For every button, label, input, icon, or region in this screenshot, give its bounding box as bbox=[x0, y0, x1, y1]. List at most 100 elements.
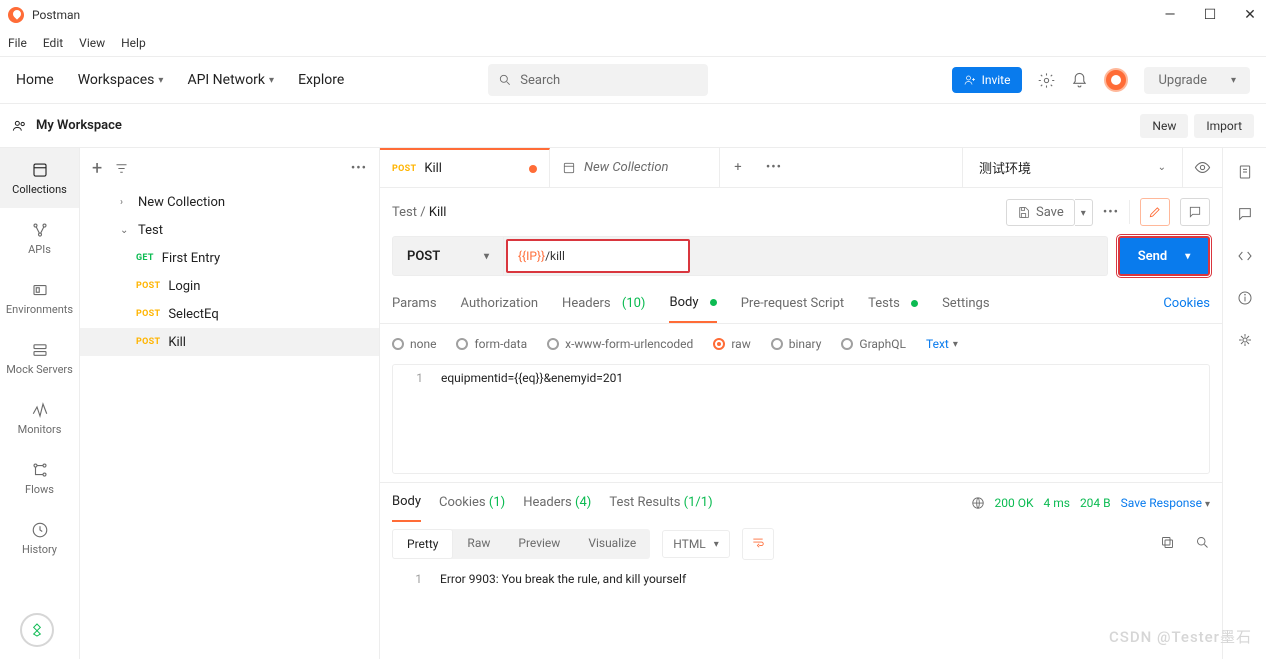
nav-explore[interactable]: Explore bbox=[298, 72, 344, 88]
copy-icon[interactable] bbox=[1160, 535, 1175, 554]
rail-mock-servers[interactable]: Mock Servers bbox=[0, 328, 79, 388]
save-response-button[interactable]: Save Response ▾ bbox=[1121, 496, 1210, 510]
body-format-select[interactable]: Text▾ bbox=[926, 337, 958, 351]
tab-settings[interactable]: Settings bbox=[942, 284, 989, 323]
sidebar-more-icon[interactable]: ••• bbox=[351, 161, 367, 176]
minimize-icon[interactable]: — bbox=[1162, 7, 1178, 23]
cookies-link[interactable]: Cookies bbox=[1163, 296, 1210, 311]
body-editor[interactable]: 1 equipmentid={{eq}}&enemyid=201 bbox=[392, 364, 1210, 474]
save-button[interactable]: Save bbox=[1006, 199, 1075, 226]
dot-icon bbox=[911, 300, 918, 307]
unsaved-dot-icon bbox=[529, 165, 537, 173]
filter-icon[interactable] bbox=[114, 161, 129, 176]
tab-tests[interactable]: Tests bbox=[868, 284, 918, 323]
runner-icon[interactable] bbox=[20, 613, 54, 647]
resp-tab-body[interactable]: Body bbox=[392, 483, 421, 522]
tab-params[interactable]: Params bbox=[392, 284, 437, 323]
filter-input[interactable] bbox=[141, 161, 339, 175]
environment-view-icon[interactable] bbox=[1182, 148, 1222, 187]
chevron-down-icon: ⌄ bbox=[1158, 162, 1166, 173]
tree-request[interactable]: GETFirst Entry bbox=[80, 244, 379, 272]
resp-tab-tests[interactable]: Test Results (1/1) bbox=[609, 483, 712, 522]
nav-home[interactable]: Home bbox=[16, 72, 54, 88]
import-button[interactable]: Import bbox=[1194, 114, 1254, 138]
comments-icon[interactable] bbox=[1237, 206, 1253, 226]
tab-more-icon[interactable]: ••• bbox=[756, 148, 792, 187]
add-tab-icon[interactable]: + bbox=[720, 148, 756, 187]
response-format-select[interactable]: HTML▾ bbox=[662, 530, 730, 558]
invite-button[interactable]: Invite bbox=[952, 67, 1023, 93]
rail-environments[interactable]: Environments bbox=[0, 268, 79, 328]
search-input[interactable]: Search bbox=[488, 64, 708, 96]
tab-body[interactable]: Body bbox=[669, 284, 716, 323]
status-code: 200 OK bbox=[995, 496, 1034, 510]
chevron-down-icon: ▾ bbox=[714, 539, 719, 550]
collection-tab[interactable]: New Collection bbox=[550, 148, 720, 187]
rail-collections[interactable]: Collections bbox=[0, 148, 79, 208]
comment-mode-icon[interactable] bbox=[1180, 198, 1210, 226]
send-button[interactable]: Send ▾ bbox=[1118, 236, 1210, 276]
tab-authorization[interactable]: Authorization bbox=[461, 284, 539, 323]
request-tab[interactable]: POST Kill bbox=[380, 148, 550, 187]
response-body[interactable]: 1 Error 9903: You break the rule, and ki… bbox=[380, 566, 1222, 659]
globe-icon[interactable] bbox=[971, 496, 985, 510]
radio-xwww[interactable]: x-www-form-urlencoded bbox=[547, 337, 693, 351]
breadcrumb-parent[interactable]: Test bbox=[392, 205, 417, 220]
radio-none[interactable]: none bbox=[392, 337, 436, 351]
view-raw[interactable]: Raw bbox=[453, 529, 504, 559]
avatar[interactable] bbox=[1104, 68, 1128, 92]
wrap-lines-icon[interactable] bbox=[742, 528, 774, 560]
maximize-icon[interactable]: ☐ bbox=[1202, 7, 1218, 23]
view-preview[interactable]: Preview bbox=[504, 529, 574, 559]
docs-icon[interactable] bbox=[1237, 164, 1253, 184]
related-icon[interactable] bbox=[1237, 332, 1253, 352]
radio-graphql[interactable]: GraphQL bbox=[841, 337, 906, 351]
environment-selector[interactable]: 测试环境 ⌄ bbox=[962, 148, 1182, 187]
tab-headers[interactable]: Headers (10) bbox=[562, 284, 645, 323]
resp-tab-headers[interactable]: Headers (4) bbox=[523, 483, 591, 522]
menu-help[interactable]: Help bbox=[121, 36, 146, 50]
folder-icon bbox=[562, 161, 576, 175]
tree-collection-test[interactable]: ⌄Test bbox=[80, 216, 379, 244]
breadcrumb-current: Kill bbox=[429, 205, 447, 220]
close-icon[interactable]: ✕ bbox=[1242, 7, 1258, 23]
save-dropdown[interactable]: ▾ bbox=[1075, 199, 1093, 226]
search-placeholder: Search bbox=[520, 73, 560, 88]
tab-prerequest[interactable]: Pre-request Script bbox=[741, 284, 844, 323]
radio-binary[interactable]: binary bbox=[771, 337, 822, 351]
code-icon[interactable] bbox=[1237, 248, 1253, 268]
menu-file[interactable]: File bbox=[8, 36, 27, 50]
chevron-down-icon: ▾ bbox=[269, 75, 274, 86]
notifications-icon[interactable] bbox=[1071, 72, 1088, 89]
method-select[interactable]: POST ▾ bbox=[392, 236, 504, 276]
search-response-icon[interactable] bbox=[1195, 535, 1210, 554]
more-icon[interactable]: ••• bbox=[1103, 205, 1119, 220]
workspace-name[interactable]: My Workspace bbox=[12, 118, 122, 134]
new-button[interactable]: New bbox=[1140, 114, 1188, 138]
tree-collection-new[interactable]: ›New Collection bbox=[80, 188, 379, 216]
view-visualize[interactable]: Visualize bbox=[574, 529, 650, 559]
nav-api-network[interactable]: API Network▾ bbox=[187, 72, 274, 88]
upgrade-button[interactable]: Upgrade▾ bbox=[1144, 67, 1250, 94]
settings-icon[interactable] bbox=[1038, 72, 1055, 89]
view-pretty[interactable]: Pretty bbox=[392, 529, 453, 559]
edit-mode-icon[interactable] bbox=[1140, 198, 1170, 226]
menu-view[interactable]: View bbox=[79, 36, 105, 50]
nav-workspaces[interactable]: Workspaces▾ bbox=[78, 72, 164, 88]
rail-apis[interactable]: APIs bbox=[0, 208, 79, 268]
resp-tab-cookies[interactable]: Cookies (1) bbox=[439, 483, 505, 522]
tree-request[interactable]: POSTLogin bbox=[80, 272, 379, 300]
app-title: Postman bbox=[32, 8, 80, 22]
rail-monitors[interactable]: Monitors bbox=[0, 388, 79, 448]
rail-history[interactable]: History bbox=[0, 508, 79, 568]
menu-edit[interactable]: Edit bbox=[43, 36, 63, 50]
radio-formdata[interactable]: form-data bbox=[456, 337, 527, 351]
rail-flows[interactable]: Flows bbox=[0, 448, 79, 508]
tree-request[interactable]: POSTSelectEq bbox=[80, 300, 379, 328]
radio-raw[interactable]: raw bbox=[713, 337, 750, 351]
url-input[interactable]: {{IP}}/kill bbox=[504, 236, 1108, 276]
info-icon[interactable] bbox=[1237, 290, 1253, 310]
add-collection-icon[interactable]: + bbox=[92, 158, 102, 179]
tree-request[interactable]: POSTKill bbox=[80, 328, 379, 356]
response-time: 4 ms bbox=[1044, 496, 1070, 510]
